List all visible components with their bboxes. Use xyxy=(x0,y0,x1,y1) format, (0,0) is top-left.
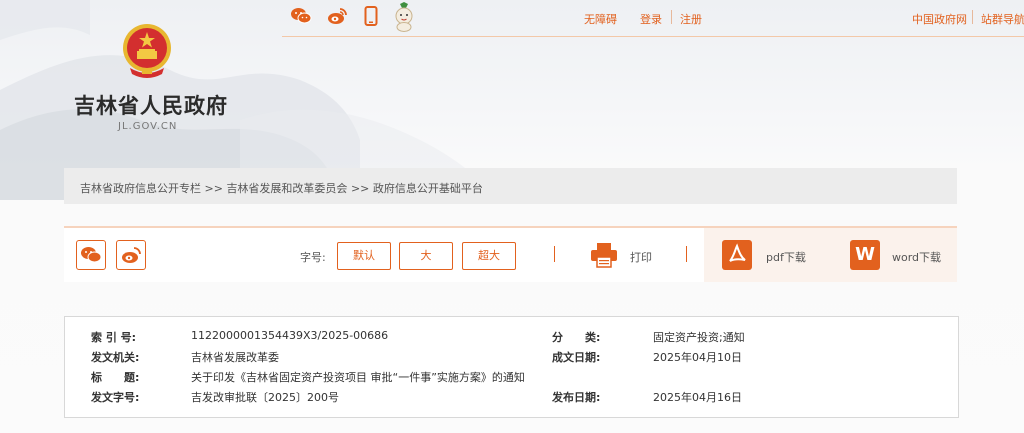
font-size-large-button[interactable]: 大 xyxy=(399,242,453,270)
print-label[interactable]: 打印 xyxy=(630,249,652,265)
document-info-table: 索 引 号: 1122000001354439X3/2025-00686 分 类… xyxy=(64,316,959,418)
divider xyxy=(554,246,555,262)
index-label: 索 引 号: xyxy=(91,331,137,344)
breadcrumb-item-gov-info[interactable]: 吉林省政府信息公开专栏 xyxy=(80,182,201,195)
created-date-value: 2025年04月10日 xyxy=(653,351,742,364)
index-value: 1122000001354439X3/2025-00686 xyxy=(191,329,389,342)
font-size-label: 字号: xyxy=(300,251,326,264)
breadcrumb: 吉林省政府信息公开专栏 >> 吉林省发展和改革委员会 >> 政府信息公开基础平台 xyxy=(64,168,957,204)
mascot-icon[interactable] xyxy=(392,2,416,32)
pdf-icon[interactable] xyxy=(722,240,752,270)
login-link[interactable]: 登录 xyxy=(640,11,662,27)
issuer-label: 发文机关: xyxy=(91,351,140,364)
divider xyxy=(671,10,672,24)
article-toolbar: 字号: 默认 大 超大 打印 pdf下载 W word下载 xyxy=(64,226,957,282)
top-bar: 无障碍 登录 注册 中国政府网 站群导航 xyxy=(282,0,1024,37)
published-date-value: 2025年04月16日 xyxy=(653,391,742,404)
word-icon[interactable]: W xyxy=(850,240,880,270)
divider xyxy=(972,10,973,24)
title-label: 标 题: xyxy=(91,371,140,384)
breadcrumb-item-drc[interactable]: 吉林省发展和改革委员会 xyxy=(226,182,347,195)
site-domain: JL.GOV.CN xyxy=(118,121,178,132)
share-weibo-icon[interactable] xyxy=(116,240,146,270)
gov-site-link[interactable]: 中国政府网 xyxy=(912,11,967,27)
category-label: 分 类: xyxy=(552,331,601,344)
font-size-xlarge-button[interactable]: 超大 xyxy=(462,242,516,270)
site-nav-link[interactable]: 站群导航 xyxy=(981,11,1024,27)
pdf-download-link[interactable]: pdf下载 xyxy=(766,249,806,265)
doc-number-label: 发文字号: xyxy=(91,391,140,404)
share-wechat-icon[interactable] xyxy=(76,240,106,270)
register-link[interactable]: 注册 xyxy=(680,11,702,27)
info-row: 发文字号: 吉发改审批联〔2025〕200号 发布日期: 2025年04月16日 xyxy=(65,389,958,409)
accessibility-link[interactable]: 无障碍 xyxy=(584,11,617,27)
site-title: 吉林省人民政府 xyxy=(74,94,228,118)
divider xyxy=(686,246,687,262)
category-value: 固定资产投资;通知 xyxy=(653,331,745,344)
word-icon-letter: W xyxy=(855,244,875,265)
mobile-icon[interactable] xyxy=(364,6,378,26)
printer-icon[interactable] xyxy=(590,242,618,268)
wechat-icon[interactable] xyxy=(290,6,312,26)
breadcrumb-item-platform[interactable]: 政府信息公开基础平台 xyxy=(373,182,483,195)
issuer-value: 吉林省发展改革委 xyxy=(191,351,279,364)
national-emblem-icon xyxy=(123,24,171,78)
breadcrumb-separator: >> xyxy=(350,182,370,195)
info-row: 发文机关: 吉林省发展改革委 成文日期: 2025年04月10日 xyxy=(65,349,958,369)
doc-number-value: 吉发改审批联〔2025〕200号 xyxy=(191,391,339,404)
info-row: 标 题: 关于印发《吉林省固定资产投资项目 审批“一件事”实施方案》的通知 xyxy=(65,369,958,389)
info-row: 索 引 号: 1122000001354439X3/2025-00686 分 类… xyxy=(65,329,958,349)
word-download-link[interactable]: word下载 xyxy=(892,249,941,265)
download-panel: pdf下载 W word下载 xyxy=(704,228,957,282)
published-date-label: 发布日期: xyxy=(552,391,601,404)
weibo-icon[interactable] xyxy=(326,6,348,26)
font-size-default-button[interactable]: 默认 xyxy=(337,242,391,270)
title-value: 关于印发《吉林省固定资产投资项目 审批“一件事”实施方案》的通知 xyxy=(191,371,525,384)
breadcrumb-separator: >> xyxy=(204,182,223,195)
created-date-label: 成文日期: xyxy=(552,351,601,364)
